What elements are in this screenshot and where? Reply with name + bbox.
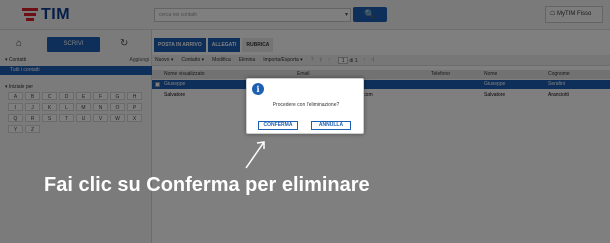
confirm-delete-dialog: i Procedere con l'eliminazione? CONFERMA… bbox=[246, 78, 364, 134]
dialog-message: Procedere con l'eliminazione? bbox=[272, 102, 340, 108]
confirm-button[interactable]: CONFERMA bbox=[258, 121, 298, 130]
info-icon: i bbox=[252, 83, 264, 95]
annotation-arrow-icon bbox=[245, 141, 265, 169]
instruction-caption: Fai clic su Conferma per eliminare bbox=[44, 174, 370, 196]
cancel-button[interactable]: ANNULLA bbox=[311, 121, 351, 130]
